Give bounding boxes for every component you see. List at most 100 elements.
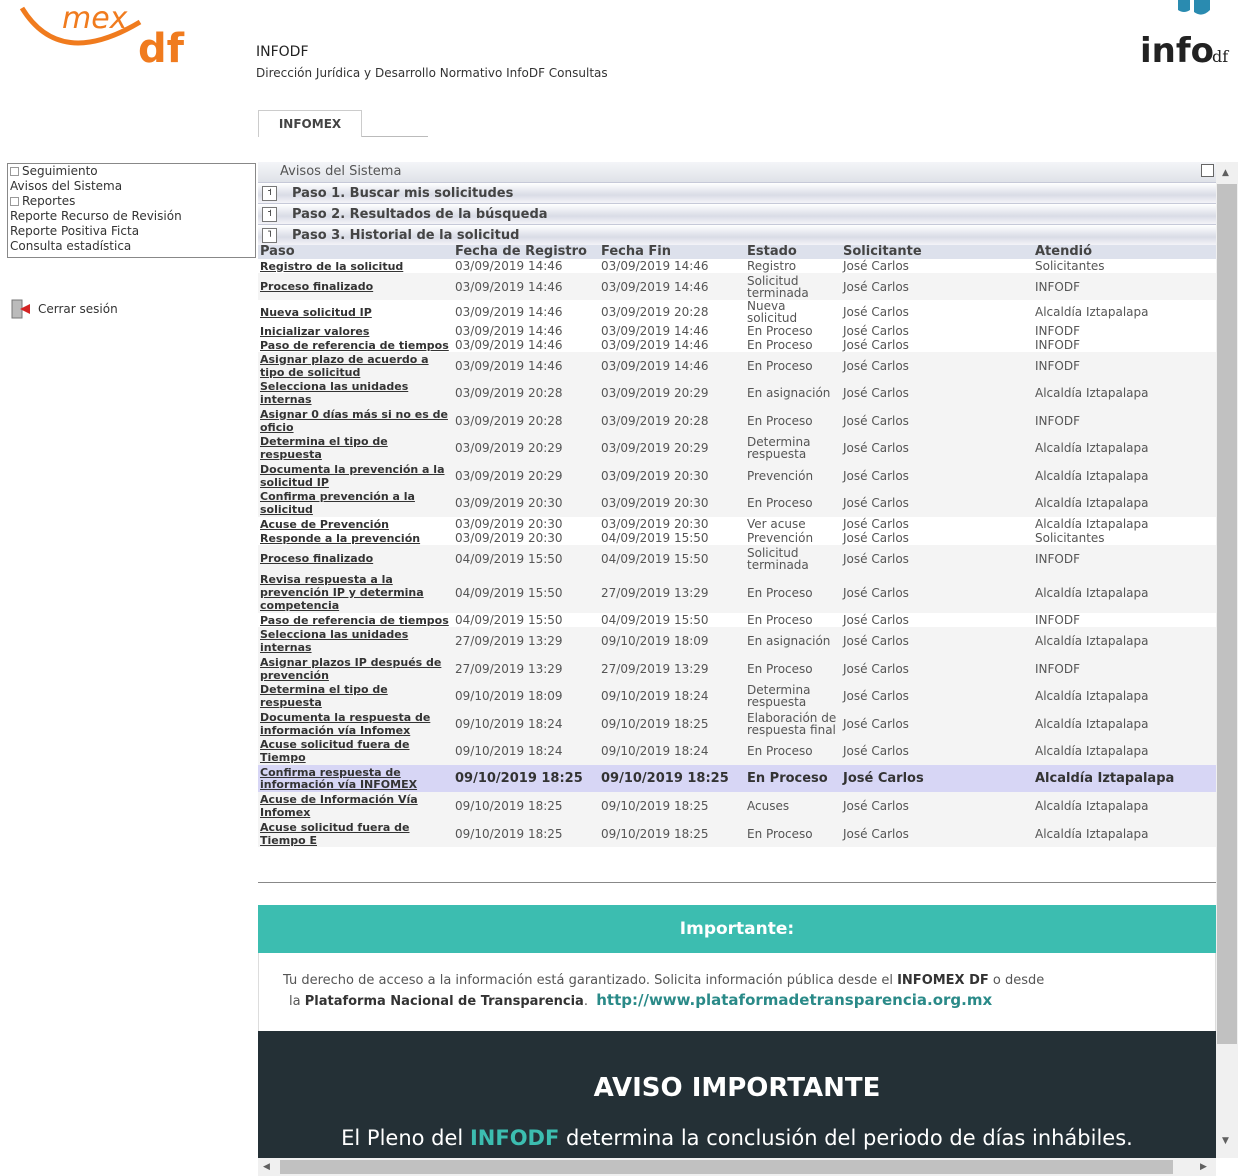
fecha-fin-cell: 09/10/2019 18:24 xyxy=(601,689,709,703)
solicitante-cell: José Carlos xyxy=(843,468,909,483)
solicitante-cell: José Carlos xyxy=(843,338,909,352)
paso-link[interactable]: Registro de la solicitud xyxy=(260,260,403,273)
paso-link[interactable]: Asignar plazo de acuerdo a tipo de solic… xyxy=(260,353,429,379)
table-row: Registro de la solicitud 03/09/2019 14:46… xyxy=(258,259,1216,273)
paso-link[interactable]: Documenta la prevención a la solicitud I… xyxy=(260,463,445,489)
scroll-down-icon[interactable]: ▼ xyxy=(1222,1135,1229,1147)
paso-cell: Determina el tipo de respuesta xyxy=(258,434,453,462)
estado-cell: En Proceso xyxy=(747,413,813,428)
fecha-fin-cell: 09/10/2019 18:25 xyxy=(601,770,729,786)
atendio-cell: INFODF xyxy=(1035,613,1081,627)
estado-cell: En Proceso xyxy=(747,770,828,786)
solicitante-cell: José Carlos xyxy=(843,585,909,600)
estado-cell: En asignación xyxy=(747,386,831,400)
paso-link[interactable]: Confirma prevención a la solicitud xyxy=(260,490,415,516)
sidebar-item-seguimiento[interactable]: Seguimiento xyxy=(8,164,255,179)
sidebar-item-consulta-estadistica[interactable]: Consulta estadística xyxy=(8,239,255,254)
tab-infomex[interactable]: INFOMEX xyxy=(258,110,362,137)
atendio-cell: Alcaldía Iztapalapa xyxy=(1035,689,1149,703)
paso-link[interactable]: Asignar 0 días más si no es de oficio xyxy=(260,408,448,434)
fecha-fin-cell: 03/09/2019 20:28 xyxy=(601,413,709,428)
table-row: Determina el tipo de respuesta 03/09/2019… xyxy=(258,434,1216,462)
paso-link[interactable]: Selecciona las unidades internas xyxy=(260,628,408,654)
table-row: Asignar 0 días más si no es de oficio 03/… xyxy=(258,407,1216,434)
solicitante-cell: José Carlos xyxy=(843,799,909,813)
collapse-up-icon[interactable]: ˥ xyxy=(262,227,277,243)
solicitante-cell: José Carlos xyxy=(843,531,909,545)
paso3-header[interactable]: ˥ Paso 3. Historial de la solicitud xyxy=(258,224,1216,245)
fecha-registro-cell: 04/09/2019 15:50 xyxy=(455,613,563,627)
scroll-up-icon[interactable]: ▲ xyxy=(1222,167,1229,179)
paso-link[interactable]: Asignar plazos IP después de prevención xyxy=(260,656,441,682)
vertical-scrollbar-thumb[interactable] xyxy=(1217,184,1237,1044)
paso-link[interactable]: Selecciona las unidades internas xyxy=(260,380,408,406)
fecha-fin-cell: 03/09/2019 20:28 xyxy=(601,305,709,319)
estado-cell: Acuses xyxy=(747,799,790,813)
paso-link[interactable]: Documenta la respuesta de información ví… xyxy=(260,711,430,737)
paso-link[interactable]: Paso de referencia de tiempos xyxy=(260,339,449,352)
paso-cell: Asignar plazos IP después de prevención xyxy=(258,655,453,682)
paso-link[interactable]: Proceso finalizado xyxy=(260,280,373,293)
horizontal-scrollbar-thumb[interactable] xyxy=(280,1160,1173,1174)
paso-link[interactable]: Paso de referencia de tiempos xyxy=(260,614,449,627)
page-title: INFODF xyxy=(256,44,309,60)
paso-link[interactable]: Determina el tipo de respuesta xyxy=(260,683,388,709)
solicitante-cell: José Carlos xyxy=(843,716,909,731)
table-row: Revisa respuesta a la prevención IP y de… xyxy=(258,572,1216,613)
atendio-cell: Alcaldía Iztapalapa xyxy=(1035,799,1149,813)
table-row: Selecciona las unidades internas 27/09/20… xyxy=(258,627,1216,655)
paso-cell: Documenta la prevención a la solicitud I… xyxy=(258,462,453,489)
infodf-logo: info df xyxy=(1140,0,1238,70)
paso-cell: Selecciona las unidades internas xyxy=(258,627,453,655)
solicitante-cell: José Carlos xyxy=(843,441,909,455)
table-row: Acuse solicitud fuera de Tiempo E 09/10/2… xyxy=(258,820,1216,847)
sidebar-item-avisos[interactable]: Avisos del Sistema xyxy=(8,179,255,194)
scroll-right-icon[interactable]: ▶ xyxy=(1200,1161,1207,1173)
paso-link[interactable]: Nueva solicitud IP xyxy=(260,306,372,319)
atendio-cell: INFODF xyxy=(1035,661,1081,676)
table-row: Documenta la prevención a la solicitud I… xyxy=(258,462,1216,489)
fecha-registro-cell: 04/09/2019 15:50 xyxy=(455,585,563,600)
fecha-registro-cell: 03/09/2019 14:46 xyxy=(455,279,563,294)
atendio-cell: Solicitantes xyxy=(1035,259,1105,273)
paso-link[interactable]: Acuse solicitud fuera de Tiempo xyxy=(260,738,410,764)
paso-link[interactable]: Confirma respuesta de información vía IN… xyxy=(260,766,417,791)
maximize-icon[interactable] xyxy=(1201,164,1214,177)
fecha-registro-cell: 03/09/2019 14:46 xyxy=(455,358,563,373)
paso-link[interactable]: Acuse de Información Vía Infomex xyxy=(260,793,418,819)
infomex-df-logo: mex df xyxy=(0,0,200,70)
paso-link[interactable]: Proceso finalizado xyxy=(260,552,373,565)
plataforma-link[interactable]: http://www.plataformadetransparencia.org… xyxy=(596,991,992,1009)
sidebar-item-reportes[interactable]: Reportes xyxy=(8,194,255,209)
fecha-registro-cell: 09/10/2019 18:09 xyxy=(455,689,563,703)
paso2-header[interactable]: ˦ Paso 2. Resultados de la búsqueda xyxy=(258,203,1216,224)
fecha-registro-cell: 09/10/2019 18:24 xyxy=(455,716,563,731)
paso-link[interactable]: Revisa respuesta a la prevención IP y de… xyxy=(260,573,424,612)
fecha-fin-cell: 09/10/2019 18:25 xyxy=(601,716,709,731)
paso-link[interactable]: Responde a la prevención xyxy=(260,532,420,545)
paso-cell: Paso de referencia de tiempos xyxy=(258,338,453,352)
paso-cell: Asignar 0 días más si no es de oficio xyxy=(258,407,453,434)
table-spacer xyxy=(258,847,1216,882)
scroll-left-icon[interactable]: ◀ xyxy=(263,1161,270,1173)
fecha-registro-cell: 09/10/2019 18:25 xyxy=(455,770,583,786)
fecha-fin-cell: 03/09/2019 14:46 xyxy=(601,324,709,338)
paso-link[interactable]: Acuse solicitud fuera de Tiempo E xyxy=(260,821,410,847)
paso-cell: Determina el tipo de respuesta xyxy=(258,682,453,710)
sidebar-item-recurso-revision[interactable]: Reporte Recurso de Revisión xyxy=(8,209,255,224)
fecha-registro-cell: 09/10/2019 18:25 xyxy=(455,799,563,813)
expand-down-icon[interactable]: ˦ xyxy=(262,206,277,222)
estado-cell: Nueva solicitud xyxy=(747,299,798,325)
logo-left-text: mex xyxy=(62,1,128,36)
paso1-header[interactable]: ˦ Paso 1. Buscar mis solicitudes xyxy=(258,182,1216,203)
paso-link[interactable]: Acuse de Prevención xyxy=(260,518,389,531)
expand-down-icon[interactable]: ˦ xyxy=(262,185,277,201)
estado-cell: Determina respuesta xyxy=(747,683,811,709)
fecha-fin-cell: 03/09/2019 20:29 xyxy=(601,386,709,400)
sidebar-item-positiva-ficta[interactable]: Reporte Positiva Ficta xyxy=(8,224,255,239)
logout-link[interactable]: Cerrar sesión xyxy=(10,298,118,320)
paso-link[interactable]: Inicializar valores xyxy=(260,325,369,338)
paso-link[interactable]: Determina el tipo de respuesta xyxy=(260,435,388,461)
svg-text:df: df xyxy=(138,26,185,70)
estado-cell: En Proceso xyxy=(747,613,813,627)
